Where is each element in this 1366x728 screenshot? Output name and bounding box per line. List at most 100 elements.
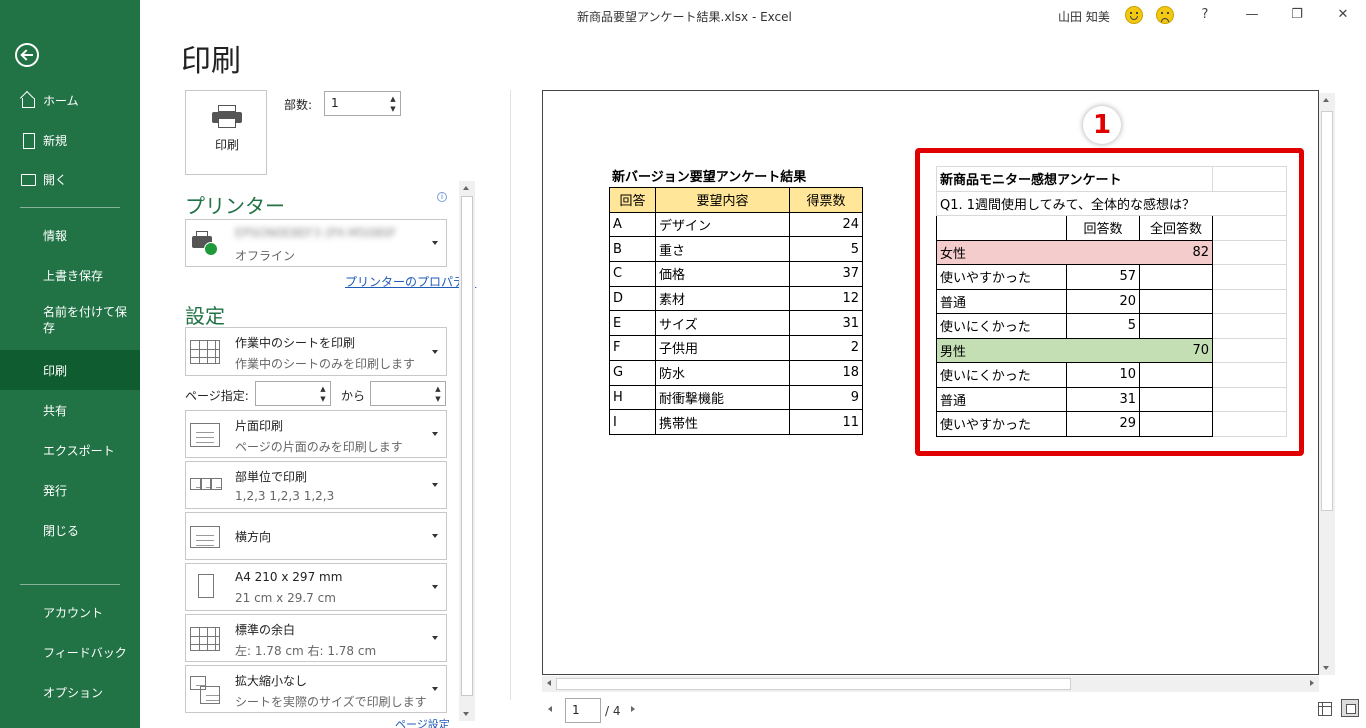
nav-close[interactable]: 閉じる — [0, 510, 140, 550]
page-to-input[interactable]: ▲ ▼ — [370, 381, 446, 406]
print-button-label: 印刷 — [214, 138, 239, 152]
nav-feedback[interactable]: フィードバック — [0, 632, 140, 672]
copies-down-icon[interactable]: ▼ — [388, 104, 398, 114]
table-header-row: 回答 要望内容 得票数 — [609, 187, 863, 213]
next-page-icon[interactable] — [631, 706, 635, 712]
table-cell: E — [609, 310, 656, 337]
table-cell: デザイン — [655, 211, 790, 238]
copies-up-icon[interactable]: ▲ — [388, 94, 398, 104]
printer-status: オフライン — [235, 249, 296, 263]
print-what-desc: 作業中のシートのみを印刷します — [235, 357, 416, 371]
paper-size-dropdown[interactable]: A4 210 x 297 mm 21 cm x 29.7 cm — [185, 563, 447, 611]
table-cell: 重さ — [655, 236, 790, 263]
smile-feedback-icon[interactable] — [1125, 6, 1143, 24]
scroll-left-icon[interactable] — [547, 680, 551, 686]
nav-save[interactable]: 上書き保存 — [0, 255, 140, 295]
nav-info[interactable]: 情報 — [0, 215, 140, 255]
nav-save-as[interactable]: 名前を付けて保存 — [0, 300, 130, 340]
step-number-badge: 1 — [1083, 106, 1121, 144]
close-button[interactable]: ✕ — [1333, 7, 1353, 22]
show-margins-icon[interactable] — [1318, 702, 1332, 716]
margins-dropdown[interactable]: 標準の余白 左: 1.78 cm 右: 1.78 cm — [185, 614, 447, 662]
zoom-to-page-icon[interactable] — [1341, 699, 1359, 717]
table-row: F 子供用 2 — [609, 335, 863, 361]
one-sided-icon — [190, 423, 220, 447]
nav-export[interactable]: エクスポート — [0, 430, 140, 470]
page-from-up-icon[interactable]: ▲ — [318, 384, 328, 394]
table-cell: 2 — [789, 335, 863, 361]
scaling-dropdown[interactable]: 拡大縮小なし シートを実際のサイズで印刷します — [185, 665, 447, 713]
table-cell: 9 — [789, 384, 863, 411]
table-cell: C — [609, 261, 656, 287]
printer-properties-link[interactable]: プリンターのプロパティ — [345, 273, 476, 290]
user-name[interactable]: 山田 知美 — [1058, 8, 1110, 25]
window-title: 新商品要望アンケート結果.xlsx - Excel — [577, 10, 792, 24]
margins-label: 標準の余白 — [235, 623, 296, 637]
table-cell: 携帯性 — [655, 409, 790, 435]
nav-publish[interactable]: 発行 — [0, 470, 140, 510]
preview-vertical-scrollbar[interactable] — [1319, 93, 1335, 675]
scrollbar-thumb[interactable] — [556, 678, 1071, 690]
page-to-up-icon[interactable]: ▲ — [433, 384, 443, 394]
page-range-label: ページ指定: — [185, 389, 249, 403]
pane-divider — [510, 90, 511, 700]
nav-new[interactable]: 新規 — [0, 120, 140, 160]
printer-dropdown[interactable]: EPSON0E8EF3 (PX-M5080F オフライン — [185, 219, 447, 267]
scroll-down-icon[interactable] — [463, 712, 469, 716]
nav-divider — [20, 584, 120, 585]
scaling-desc: シートを実際のサイズで印刷します — [235, 695, 427, 709]
table-cell: サイズ — [655, 310, 790, 337]
chevron-down-icon — [432, 432, 438, 436]
chevron-down-icon — [432, 534, 438, 538]
open-folder-icon — [20, 171, 36, 187]
copies-stepper[interactable]: 1 ▲ ▼ — [324, 91, 401, 116]
margins-desc: 左: 1.78 cm 右: 1.78 cm — [235, 644, 377, 658]
preview-horizontal-scrollbar[interactable] — [542, 676, 1319, 692]
copies-input[interactable]: 1 — [331, 96, 339, 110]
collate-dropdown[interactable]: 部単位で印刷 1,2,3 1,2,3 1,2,3 — [185, 461, 447, 509]
column-header: 要望内容 — [655, 187, 790, 213]
scroll-right-icon[interactable] — [1310, 680, 1314, 686]
restore-button[interactable]: ❐ — [1287, 7, 1307, 22]
nav-print[interactable]: 印刷 — [0, 350, 140, 390]
collate-label: 部単位で印刷 — [235, 470, 308, 484]
info-icon[interactable]: i — [437, 192, 447, 202]
page-number-input[interactable]: 1 — [565, 698, 601, 723]
scroll-up-icon[interactable] — [1323, 98, 1329, 102]
previous-page-icon[interactable] — [548, 706, 552, 712]
orientation-dropdown[interactable]: 横方向 — [185, 512, 447, 560]
print-button[interactable]: 印刷 — [185, 90, 267, 175]
nav-share[interactable]: 共有 — [0, 390, 140, 430]
table-cell: 24 — [789, 211, 863, 238]
table-cell: 18 — [789, 359, 863, 386]
settings-scrollbar[interactable] — [459, 181, 475, 721]
sides-dropdown[interactable]: 片面印刷 ページの片面のみを印刷します — [185, 410, 447, 458]
table-cell: I — [609, 409, 656, 435]
table1: 回答 要望内容 得票数 A デザイン 24 B 重さ 5 C 価格 37 D 素材 12 E サイズ 31 F… — [609, 187, 863, 435]
chevron-down-icon — [432, 687, 438, 691]
paper-size-desc: 21 cm x 29.7 cm — [235, 591, 336, 605]
frown-feedback-icon[interactable] — [1156, 6, 1174, 24]
page-from-down-icon[interactable]: ▼ — [318, 394, 328, 404]
nav-open[interactable]: 開く — [0, 159, 140, 199]
page-to-down-icon[interactable]: ▼ — [433, 394, 443, 404]
margins-icon — [190, 627, 220, 651]
page-from-input[interactable]: ▲ ▼ — [255, 381, 331, 406]
scrollbar-thumb[interactable] — [461, 196, 473, 696]
nav-new-label: 新規 — [43, 133, 68, 148]
help-button[interactable]: ? — [1195, 7, 1215, 22]
table1-title: 新バージョン要望アンケート結果 — [612, 170, 807, 185]
page-total: / 4 — [605, 704, 621, 718]
nav-home[interactable]: ホーム — [0, 80, 140, 120]
table-cell: G — [609, 359, 656, 386]
scrollbar-thumb[interactable] — [1321, 111, 1333, 511]
print-what-dropdown[interactable]: 作業中のシートを印刷 作業中のシートのみを印刷します — [185, 327, 447, 376]
scroll-up-icon[interactable] — [463, 186, 469, 190]
table-cell: B — [609, 236, 656, 263]
back-arrow-icon[interactable] — [15, 43, 39, 67]
nav-account[interactable]: アカウント — [0, 592, 140, 632]
minimize-button[interactable]: — — [1242, 7, 1262, 22]
page-setup-link[interactable]: ページ設定 — [395, 716, 450, 728]
nav-options[interactable]: オプション — [0, 672, 140, 712]
scroll-down-icon[interactable] — [1323, 666, 1329, 670]
